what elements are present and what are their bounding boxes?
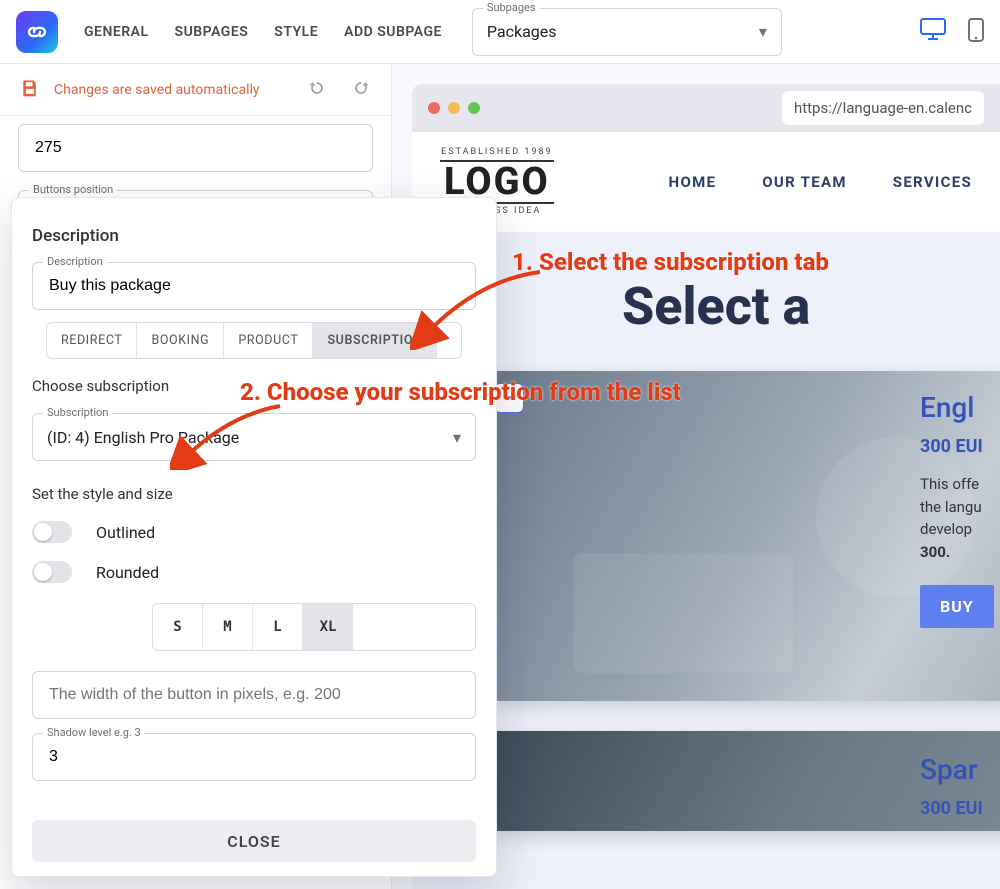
rounded-toggle[interactable] xyxy=(32,561,72,583)
package-card-1: Engl 300 EUI This offe the langu develop… xyxy=(920,391,1000,628)
device-switcher xyxy=(920,18,984,46)
style-section-label: Set the style and size xyxy=(32,485,476,503)
chevron-down-icon: ▾ xyxy=(759,22,767,41)
description-heading: Description xyxy=(32,226,476,246)
save-bar: Changes are saved automatically xyxy=(0,64,391,116)
undo-icon[interactable] xyxy=(307,78,327,102)
collapse-button[interactable]: − xyxy=(494,383,524,413)
description-input[interactable] xyxy=(47,276,461,296)
nav-services[interactable]: SERVICES xyxy=(893,173,972,191)
nav-team[interactable]: OUR TEAM xyxy=(762,173,847,191)
outlined-row: Outlined xyxy=(32,521,476,543)
desktop-icon[interactable] xyxy=(920,18,946,46)
close-button[interactable]: CLOSE xyxy=(32,820,476,862)
package-card-2: Spar 300 EUI xyxy=(920,753,1000,819)
browser-bar: https://language-en.calenc xyxy=(412,84,1000,132)
subpages-select[interactable]: Subpages Packages ▾ xyxy=(472,8,782,56)
redo-icon[interactable] xyxy=(351,78,371,102)
rounded-label: Rounded xyxy=(96,563,159,582)
tab-product[interactable]: PRODUCT xyxy=(224,323,313,358)
site-nav: HOME OUR TEAM SERVICES xyxy=(669,173,972,191)
save-icon xyxy=(20,78,40,102)
content-height-field[interactable] xyxy=(18,124,373,172)
link-icon xyxy=(25,20,49,44)
action-tabs: REDIRECT BOOKING PRODUCT SUBSCRIPTION xyxy=(46,322,462,359)
tab-subscription[interactable]: SUBSCRIPTION xyxy=(313,323,436,358)
hero-title: Select a xyxy=(412,232,1000,361)
address-bar[interactable]: https://language-en.calenc xyxy=(782,91,984,125)
outlined-label: Outlined xyxy=(96,523,155,542)
logo-established: ESTABLISHED 1989 xyxy=(441,148,553,157)
nav-add-subpage[interactable]: ADD SUBPAGE xyxy=(344,24,442,40)
nav-subpages[interactable]: SUBPAGES xyxy=(175,24,249,40)
outlined-toggle[interactable] xyxy=(32,521,72,543)
package-2-price: 300 EUI xyxy=(920,798,1000,819)
package-1-desc: This offe the langu develop 300. xyxy=(920,473,1000,563)
nav-style[interactable]: STYLE xyxy=(274,24,318,40)
tab-booking[interactable]: BOOKING xyxy=(137,323,224,358)
rounded-row: Rounded xyxy=(32,561,476,583)
shadow-label: Shadow level e.g. 3 xyxy=(43,726,145,739)
choose-subscription-label: Choose subscription xyxy=(32,377,476,395)
window-maximize-icon xyxy=(468,102,480,114)
subpages-select-value: Packages xyxy=(487,22,557,41)
description-field[interactable]: Description xyxy=(32,262,476,310)
size-l[interactable]: L xyxy=(253,604,303,650)
buttons-position-label: Buttons position xyxy=(29,183,117,196)
size-m[interactable]: M xyxy=(203,604,253,650)
shadow-field[interactable]: Shadow level e.g. 3 xyxy=(32,733,476,781)
site-header: ESTABLISHED 1989 LOGO BUSINESS IDEA HOME… xyxy=(412,132,1000,232)
tab-redirect[interactable]: REDIRECT xyxy=(47,323,137,358)
mobile-icon[interactable] xyxy=(968,18,984,46)
package-1-title: Engl xyxy=(920,391,1000,424)
chevron-down-icon: ▾ xyxy=(453,428,461,447)
subscription-select-label: Subscription xyxy=(43,406,112,419)
app-logo xyxy=(16,11,58,53)
subpages-select-label: Subpages xyxy=(483,1,540,14)
nav-home[interactable]: HOME xyxy=(669,173,717,191)
buy-button-1[interactable]: BUY xyxy=(920,585,994,628)
subscription-select[interactable]: Subscription (ID: 4) English Pro Package… xyxy=(32,413,476,461)
shadow-input[interactable] xyxy=(47,747,461,767)
size-group: S M L XL xyxy=(152,603,476,651)
button-editor-modal: Description Description REDIRECT BOOKING… xyxy=(11,197,497,877)
window-minimize-icon xyxy=(448,102,460,114)
top-nav: GENERAL SUBPAGES STYLE ADD SUBPAGE xyxy=(84,24,442,40)
preview-pane: https://language-en.calenc ESTABLISHED 1… xyxy=(412,84,1000,889)
package-2-title: Spar xyxy=(920,753,1000,786)
button-width-field[interactable] xyxy=(32,671,476,719)
size-s[interactable]: S xyxy=(153,604,203,650)
subscription-select-value: (ID: 4) English Pro Package xyxy=(47,428,239,447)
button-width-input[interactable] xyxy=(47,685,461,705)
top-bar: GENERAL SUBPAGES STYLE ADD SUBPAGE Subpa… xyxy=(0,0,1000,64)
content-height-input[interactable] xyxy=(33,138,358,158)
package-1-price: 300 EUI xyxy=(920,436,1000,457)
size-xl[interactable]: XL xyxy=(303,604,353,650)
nav-general[interactable]: GENERAL xyxy=(84,24,149,40)
description-field-label: Description xyxy=(43,255,107,268)
window-close-icon xyxy=(428,102,440,114)
autosave-text: Changes are saved automatically xyxy=(54,82,260,98)
